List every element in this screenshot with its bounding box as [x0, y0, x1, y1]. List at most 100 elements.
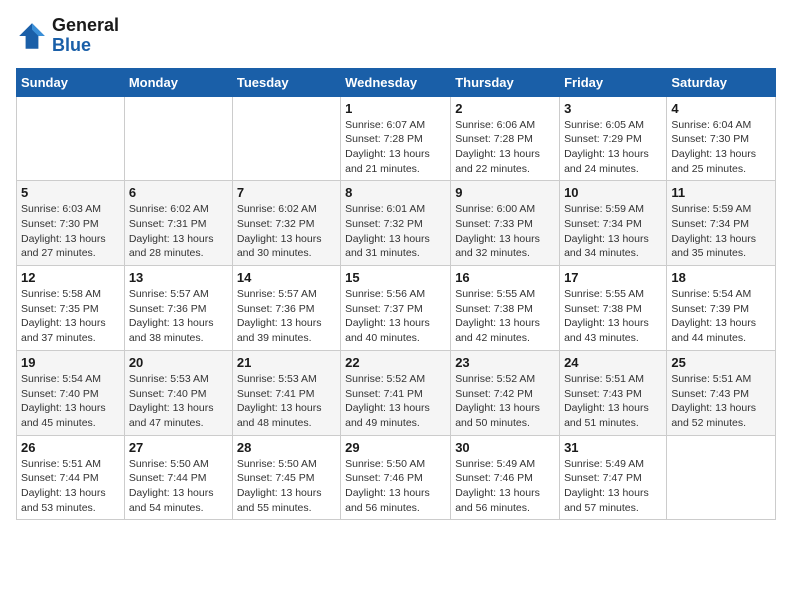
- day-info: Sunrise: 6:04 AMSunset: 7:30 PMDaylight:…: [671, 118, 771, 177]
- logo: General Blue: [16, 16, 119, 56]
- day-info: Sunrise: 5:53 AMSunset: 7:41 PMDaylight:…: [237, 372, 336, 431]
- day-cell: 6 Sunrise: 6:02 AMSunset: 7:31 PMDaylight…: [124, 181, 232, 266]
- col-header-thursday: Thursday: [451, 68, 560, 96]
- day-info: Sunrise: 5:51 AMSunset: 7:44 PMDaylight:…: [21, 457, 120, 516]
- day-cell: 10 Sunrise: 5:59 AMSunset: 7:34 PMDayligh…: [560, 181, 667, 266]
- day-number: 17: [564, 270, 662, 285]
- week-row-3: 12 Sunrise: 5:58 AMSunset: 7:35 PMDayligh…: [17, 266, 776, 351]
- day-cell: 14 Sunrise: 5:57 AMSunset: 7:36 PMDayligh…: [232, 266, 340, 351]
- day-cell: 1Sunrise: 6:07 AMSunset: 7:28 PMDaylight…: [341, 96, 451, 181]
- day-cell: [232, 96, 340, 181]
- day-number: 20: [129, 355, 228, 370]
- day-number: 28: [237, 440, 336, 455]
- day-info: Sunrise: 5:57 AMSunset: 7:36 PMDaylight:…: [237, 287, 336, 346]
- day-number: 13: [129, 270, 228, 285]
- header-row: SundayMondayTuesdayWednesdayThursdayFrid…: [17, 68, 776, 96]
- col-header-tuesday: Tuesday: [232, 68, 340, 96]
- day-cell: 15 Sunrise: 5:56 AMSunset: 7:37 PMDayligh…: [341, 266, 451, 351]
- day-info: Sunrise: 6:05 AMSunset: 7:29 PMDaylight:…: [564, 118, 662, 177]
- logo-icon: [16, 20, 48, 52]
- day-info: Sunrise: 5:58 AMSunset: 7:35 PMDaylight:…: [21, 287, 120, 346]
- day-number: 24: [564, 355, 662, 370]
- logo-blue: Blue: [52, 36, 119, 56]
- day-number: 8: [345, 185, 446, 200]
- day-info: Sunrise: 5:50 AMSunset: 7:45 PMDaylight:…: [237, 457, 336, 516]
- day-cell: 11Sunrise: 5:59 AMSunset: 7:34 PMDayligh…: [667, 181, 776, 266]
- day-cell: 17 Sunrise: 5:55 AMSunset: 7:38 PMDayligh…: [560, 266, 667, 351]
- day-number: 5: [21, 185, 120, 200]
- day-number: 26: [21, 440, 120, 455]
- day-number: 21: [237, 355, 336, 370]
- day-cell: 30Sunrise: 5:49 AMSunset: 7:46 PMDayligh…: [451, 435, 560, 520]
- day-info: Sunrise: 6:02 AMSunset: 7:31 PMDaylight:…: [129, 202, 228, 261]
- day-number: 31: [564, 440, 662, 455]
- day-number: 7: [237, 185, 336, 200]
- day-info: Sunrise: 5:59 AMSunset: 7:34 PMDaylight:…: [564, 202, 662, 261]
- day-number: 22: [345, 355, 446, 370]
- day-info: Sunrise: 5:53 AMSunset: 7:40 PMDaylight:…: [129, 372, 228, 431]
- day-cell: [667, 435, 776, 520]
- day-info: Sunrise: 6:00 AMSunset: 7:33 PMDaylight:…: [455, 202, 555, 261]
- week-row-1: 1Sunrise: 6:07 AMSunset: 7:28 PMDaylight…: [17, 96, 776, 181]
- day-info: Sunrise: 5:54 AMSunset: 7:40 PMDaylight:…: [21, 372, 120, 431]
- day-cell: 3 Sunrise: 6:05 AMSunset: 7:29 PMDaylight…: [560, 96, 667, 181]
- day-cell: 21 Sunrise: 5:53 AMSunset: 7:41 PMDayligh…: [232, 350, 340, 435]
- col-header-monday: Monday: [124, 68, 232, 96]
- day-info: Sunrise: 5:52 AMSunset: 7:42 PMDaylight:…: [455, 372, 555, 431]
- day-cell: 5Sunrise: 6:03 AMSunset: 7:30 PMDaylight…: [17, 181, 125, 266]
- day-number: 30: [455, 440, 555, 455]
- day-info: Sunrise: 5:52 AMSunset: 7:41 PMDaylight:…: [345, 372, 446, 431]
- day-info: Sunrise: 6:07 AMSunset: 7:28 PMDaylight:…: [345, 118, 446, 177]
- week-row-4: 19 Sunrise: 5:54 AMSunset: 7:40 PMDayligh…: [17, 350, 776, 435]
- day-number: 11: [671, 185, 771, 200]
- day-cell: 27 Sunrise: 5:50 AMSunset: 7:44 PMDayligh…: [124, 435, 232, 520]
- day-info: Sunrise: 5:50 AMSunset: 7:44 PMDaylight:…: [129, 457, 228, 516]
- day-info: Sunrise: 5:57 AMSunset: 7:36 PMDaylight:…: [129, 287, 228, 346]
- day-number: 10: [564, 185, 662, 200]
- day-cell: [124, 96, 232, 181]
- week-row-2: 5Sunrise: 6:03 AMSunset: 7:30 PMDaylight…: [17, 181, 776, 266]
- day-cell: 4 Sunrise: 6:04 AMSunset: 7:30 PMDaylight…: [667, 96, 776, 181]
- calendar-table: SundayMondayTuesdayWednesdayThursdayFrid…: [16, 68, 776, 521]
- day-info: Sunrise: 6:02 AMSunset: 7:32 PMDaylight:…: [237, 202, 336, 261]
- day-number: 19: [21, 355, 120, 370]
- logo-general: General: [52, 16, 119, 36]
- day-number: 9: [455, 185, 555, 200]
- day-cell: 20 Sunrise: 5:53 AMSunset: 7:40 PMDayligh…: [124, 350, 232, 435]
- day-number: 25: [671, 355, 771, 370]
- day-number: 2: [455, 101, 555, 116]
- day-cell: 28 Sunrise: 5:50 AMSunset: 7:45 PMDayligh…: [232, 435, 340, 520]
- day-cell: 26 Sunrise: 5:51 AMSunset: 7:44 PMDayligh…: [17, 435, 125, 520]
- day-info: Sunrise: 5:51 AMSunset: 7:43 PMDaylight:…: [671, 372, 771, 431]
- day-info: Sunrise: 5:54 AMSunset: 7:39 PMDaylight:…: [671, 287, 771, 346]
- page-header: General Blue: [16, 16, 776, 56]
- day-number: 3: [564, 101, 662, 116]
- week-row-5: 26 Sunrise: 5:51 AMSunset: 7:44 PMDayligh…: [17, 435, 776, 520]
- day-cell: 13 Sunrise: 5:57 AMSunset: 7:36 PMDayligh…: [124, 266, 232, 351]
- day-cell: 7 Sunrise: 6:02 AMSunset: 7:32 PMDaylight…: [232, 181, 340, 266]
- day-cell: 22 Sunrise: 5:52 AMSunset: 7:41 PMDayligh…: [341, 350, 451, 435]
- day-number: 4: [671, 101, 771, 116]
- day-info: Sunrise: 6:01 AMSunset: 7:32 PMDaylight:…: [345, 202, 446, 261]
- day-cell: 8 Sunrise: 6:01 AMSunset: 7:32 PMDaylight…: [341, 181, 451, 266]
- col-header-friday: Friday: [560, 68, 667, 96]
- col-header-wednesday: Wednesday: [341, 68, 451, 96]
- day-info: Sunrise: 5:55 AMSunset: 7:38 PMDaylight:…: [564, 287, 662, 346]
- day-info: Sunrise: 5:49 AMSunset: 7:47 PMDaylight:…: [564, 457, 662, 516]
- day-number: 15: [345, 270, 446, 285]
- day-number: 12: [21, 270, 120, 285]
- day-number: 27: [129, 440, 228, 455]
- day-cell: 31 Sunrise: 5:49 AMSunset: 7:47 PMDayligh…: [560, 435, 667, 520]
- day-number: 14: [237, 270, 336, 285]
- day-cell: 29Sunrise: 5:50 AMSunset: 7:46 PMDayligh…: [341, 435, 451, 520]
- col-header-sunday: Sunday: [17, 68, 125, 96]
- day-cell: 23Sunrise: 5:52 AMSunset: 7:42 PMDayligh…: [451, 350, 560, 435]
- day-info: Sunrise: 5:50 AMSunset: 7:46 PMDaylight:…: [345, 457, 446, 516]
- day-number: 18: [671, 270, 771, 285]
- day-cell: 16Sunrise: 5:55 AMSunset: 7:38 PMDayligh…: [451, 266, 560, 351]
- col-header-saturday: Saturday: [667, 68, 776, 96]
- day-info: Sunrise: 5:56 AMSunset: 7:37 PMDaylight:…: [345, 287, 446, 346]
- day-info: Sunrise: 5:55 AMSunset: 7:38 PMDaylight:…: [455, 287, 555, 346]
- day-cell: 18 Sunrise: 5:54 AMSunset: 7:39 PMDayligh…: [667, 266, 776, 351]
- day-number: 6: [129, 185, 228, 200]
